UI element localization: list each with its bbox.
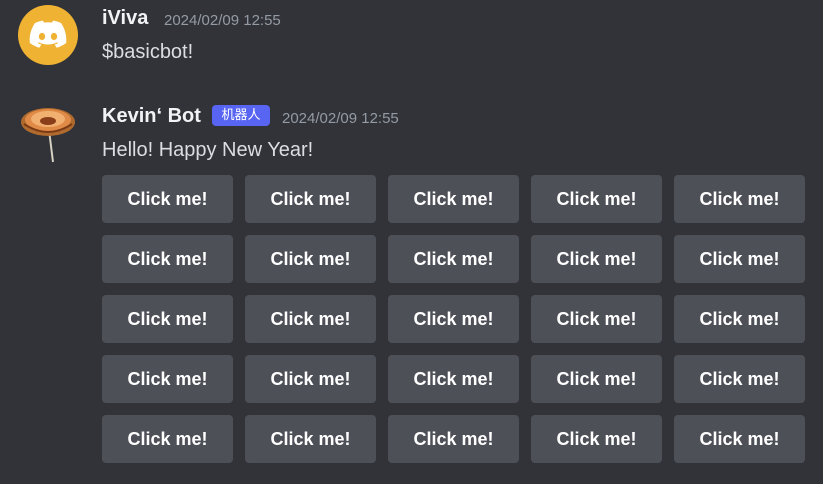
click-me-button[interactable]: Click me! bbox=[674, 175, 805, 223]
message-author[interactable]: Kevin‘ Bot bbox=[102, 105, 201, 128]
click-me-button[interactable]: Click me! bbox=[245, 235, 376, 283]
click-me-button[interactable]: Click me! bbox=[531, 175, 662, 223]
click-me-button[interactable]: Click me! bbox=[531, 415, 662, 463]
click-me-button[interactable]: Click me! bbox=[388, 235, 519, 283]
click-me-button[interactable]: Click me! bbox=[388, 355, 519, 403]
click-me-button[interactable]: Click me! bbox=[102, 235, 233, 283]
discord-logo-icon bbox=[29, 20, 67, 48]
click-me-button[interactable]: Click me! bbox=[674, 415, 805, 463]
user-avatar-iviva[interactable] bbox=[18, 5, 78, 65]
click-me-button[interactable]: Click me! bbox=[531, 295, 662, 343]
bot-avatar-kevin[interactable] bbox=[18, 100, 78, 163]
button-grid: Click me! Click me! Click me! Click me! … bbox=[102, 175, 805, 463]
click-me-button[interactable]: Click me! bbox=[388, 175, 519, 223]
message-timestamp: 2024/02/09 12:55 bbox=[164, 12, 281, 29]
click-me-button[interactable]: Click me! bbox=[388, 415, 519, 463]
click-me-button[interactable]: Click me! bbox=[102, 355, 233, 403]
click-me-button[interactable]: Click me! bbox=[245, 355, 376, 403]
message-content: $basicbot! bbox=[102, 41, 194, 63]
message-content: Hello! Happy New Year! bbox=[102, 139, 314, 161]
click-me-button[interactable]: Click me! bbox=[102, 415, 233, 463]
click-me-button[interactable]: Click me! bbox=[531, 235, 662, 283]
click-me-button[interactable]: Click me! bbox=[674, 295, 805, 343]
message-timestamp: 2024/02/09 12:55 bbox=[282, 110, 399, 127]
click-me-button[interactable]: Click me! bbox=[245, 295, 376, 343]
click-me-button[interactable]: Click me! bbox=[674, 235, 805, 283]
bot-badge: 机器人 bbox=[212, 105, 270, 126]
flower-avatar-icon bbox=[21, 108, 75, 163]
click-me-button[interactable]: Click me! bbox=[674, 355, 805, 403]
click-me-button[interactable]: Click me! bbox=[531, 355, 662, 403]
message-author[interactable]: iViva bbox=[102, 7, 148, 30]
click-me-button[interactable]: Click me! bbox=[388, 295, 519, 343]
click-me-button[interactable]: Click me! bbox=[245, 415, 376, 463]
click-me-button[interactable]: Click me! bbox=[102, 295, 233, 343]
click-me-button[interactable]: Click me! bbox=[245, 175, 376, 223]
click-me-button[interactable]: Click me! bbox=[102, 175, 233, 223]
